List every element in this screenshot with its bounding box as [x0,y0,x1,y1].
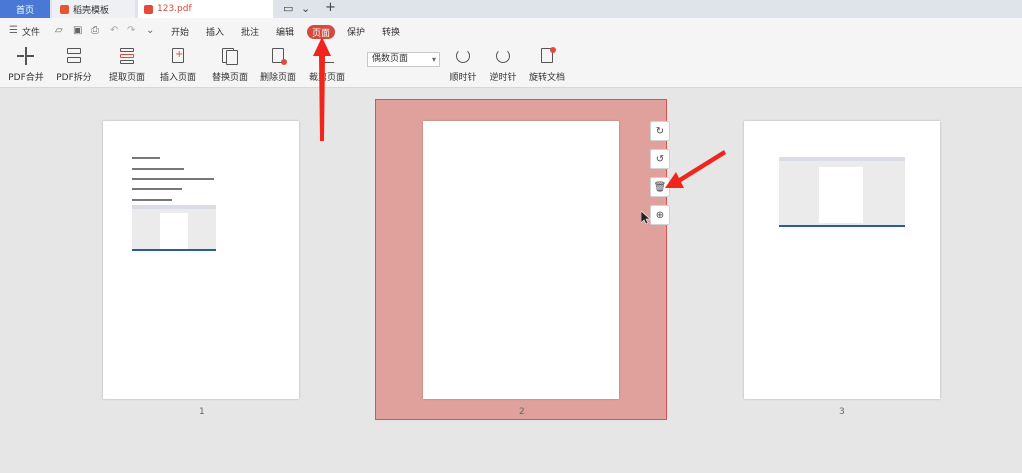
text-line [132,178,214,180]
page-thumbnail-2[interactable] [423,121,619,399]
insert-page-button[interactable]: + 插入页面 [154,47,202,83]
insert-page-icon: + [168,47,188,65]
text-line [132,157,160,159]
embedded-screenshot-image [132,205,216,251]
rotate-document-icon [537,47,557,65]
pdf-merge-label: PDF合并 [8,73,44,83]
menu-comment[interactable]: 批注 [241,25,259,38]
rotate-clockwise-label: 顺时针 [449,73,477,83]
tab-home-label: 首页 [15,5,34,16]
chevron-down-icon[interactable]: ⌄ [146,25,154,36]
merge-icon [16,47,36,65]
rotate-counterclockwise-icon [493,47,513,65]
insert-page-label: 插入页面 [159,73,196,83]
rotate-counterclockwise-button[interactable]: 逆时针 [479,47,527,83]
menu-insert[interactable]: 插入 [206,25,224,38]
replace-page-icon [220,47,240,65]
menu-page[interactable]: 页面 [307,25,335,39]
rotate-document-button[interactable]: 旋转文档 [523,47,571,83]
rotate-counterclockwise-page-button[interactable]: ↺ [650,149,670,169]
tab-bar: 首页 稻壳模板 123.pdf ▭ ⌄ + [0,0,1022,18]
hamburger-icon[interactable]: ☰ [9,25,18,36]
page-number-2: 2 [519,407,525,417]
page-range-select[interactable]: 偶数页面 ▾ [367,52,440,67]
undo-icon[interactable]: ↶ [110,25,118,36]
menu-edit[interactable]: 编辑 [276,25,294,38]
text-line [132,168,184,170]
new-tab-button[interactable]: + [325,0,336,15]
delete-page-action-button[interactable]: 🗑 [650,177,670,197]
rotate-clockwise-page-button[interactable]: ↻ [650,121,670,141]
page-thumbnail-area: 1 2 ↻ ↺ 🗑 ⊕ 3 [0,89,1022,473]
tab-templates-label: 稻壳模板 [73,5,110,16]
print-icon[interactable]: ⎙ [91,25,99,36]
menu-file[interactable]: 文件 [22,25,40,38]
embedded-screenshot-image [779,157,905,227]
templates-logo-icon [60,4,69,14]
rotate-clockwise-icon [453,47,473,65]
tab-home[interactable]: 首页 [0,0,50,18]
menu-convert[interactable]: 转换 [382,25,400,38]
extract-page-icon [117,47,137,65]
crop-icon [317,47,337,65]
save-icon[interactable]: ▣ [73,25,82,36]
redo-icon[interactable]: ↷ [127,25,135,36]
pdf-file-icon [144,4,153,14]
trash-icon: 🗑 [653,181,667,193]
tab-templates[interactable]: 稻壳模板 [52,0,135,18]
rotate-counterclockwise-icon: ↺ [655,153,665,165]
page-number-1: 1 [199,407,205,417]
extract-page-label: 提取页面 [108,73,145,83]
rotate-counterclockwise-label: 逆时针 [489,73,517,83]
rotate-clockwise-icon: ↻ [655,125,665,137]
chevron-down-icon[interactable]: ⌄ [301,2,310,15]
chevron-down-icon: ▾ [431,55,436,64]
delete-page-label: 删除页面 [259,73,296,83]
tab-document-label: 123.pdf [157,4,192,14]
delete-page-button[interactable]: 删除页面 [254,47,302,83]
page-thumbnail-1[interactable] [103,121,299,399]
page-thumbnail-3[interactable] [744,121,940,399]
menu-protect[interactable]: 保护 [347,25,365,38]
extract-page-button[interactable]: 提取页面 [103,47,151,83]
page-number-3: 3 [839,407,845,417]
rotate-document-label: 旋转文档 [528,73,565,83]
page-toolbar: PDF合并 PDF拆分 提取页面 + 插入页面 替换页面 删除页面 裁剪页面 偶… [0,44,1022,88]
pdf-split-button[interactable]: PDF拆分 [50,47,98,83]
pdf-split-label: PDF拆分 [56,73,92,83]
text-line [132,199,172,201]
crop-page-label: 裁剪页面 [308,73,345,83]
crop-page-button[interactable]: 裁剪页面 [303,47,351,83]
insert-page-action-button[interactable]: ⊕ [650,205,670,225]
menu-row: ☰ 文件 ▱ ▣ ⎙ ↶ ↷ ⌄ 开始 插入 批注 编辑 页面 保护 转换 [0,18,1022,44]
tab-document[interactable]: 123.pdf [138,0,273,18]
delete-page-icon [268,47,288,65]
replace-page-label: 替换页面 [211,73,248,83]
window-layout-icon[interactable]: ▭ [283,2,293,15]
plus-circle-icon: ⊕ [655,209,665,221]
page-range-value: 偶数页面 [372,54,409,64]
replace-page-button[interactable]: 替换页面 [206,47,254,83]
mouse-cursor-icon [641,211,651,225]
text-line [132,188,182,190]
menu-start[interactable]: 开始 [171,25,189,38]
open-folder-icon[interactable]: ▱ [55,25,63,36]
split-icon [64,47,84,65]
pdf-merge-button[interactable]: PDF合并 [2,47,50,83]
